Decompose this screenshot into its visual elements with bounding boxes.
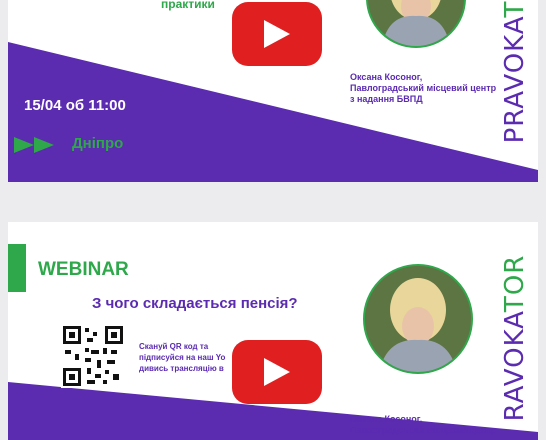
qr-code bbox=[61, 324, 125, 388]
speaker-org: Павлоградський місцевий центр bbox=[350, 83, 497, 93]
qr-line-2: підписуйся на наш Yo bbox=[139, 353, 226, 362]
youtube-play-button[interactable] bbox=[232, 2, 322, 66]
city-label: Дніпро bbox=[72, 135, 124, 152]
speaker-name: Оксана Косоног, bbox=[350, 414, 423, 424]
arrow-icon bbox=[14, 137, 54, 153]
qr-line-3: дивись трансляцію в bbox=[139, 364, 224, 373]
brand-vertical: RAVOKATOR bbox=[500, 254, 530, 422]
qr-line-1: Скануй QR код та bbox=[139, 342, 209, 351]
youtube-play-button[interactable] bbox=[232, 340, 322, 404]
webinar-card-2: WEBINAR З чого складається пенсія? Скану… bbox=[8, 222, 538, 440]
webinar-badge: WEBINAR bbox=[38, 259, 129, 280]
speaker-info: Оксана Косоног, Павлоградський місцевий … bbox=[350, 72, 496, 105]
green-accent bbox=[8, 244, 26, 292]
brand-vertical: PRAVOKAT bbox=[500, 0, 530, 144]
speaker-org-tail: з надання БВПД bbox=[350, 94, 423, 104]
youtube-play-icon bbox=[264, 20, 290, 48]
youtube-play-icon bbox=[264, 358, 290, 386]
speaker-info: Оксана Косоног, Павлоградський місцевий … bbox=[350, 414, 496, 436]
date-time: 15/04 об 11:00 bbox=[24, 97, 126, 114]
speaker-avatar bbox=[363, 264, 473, 374]
qr-instructions: Скануй QR код та підписуйся на наш Yo ди… bbox=[139, 341, 225, 374]
webinar-card-1: практики Оксана Косоног, Павлоградський … bbox=[8, 0, 538, 182]
webinar-title: З чого складається пенсія? bbox=[92, 295, 298, 312]
subtitle-tail: практики bbox=[161, 0, 215, 11]
speaker-org: Павлоградський місцевий центр bbox=[350, 425, 497, 435]
speaker-name: Оксана Косоног, bbox=[350, 72, 423, 82]
